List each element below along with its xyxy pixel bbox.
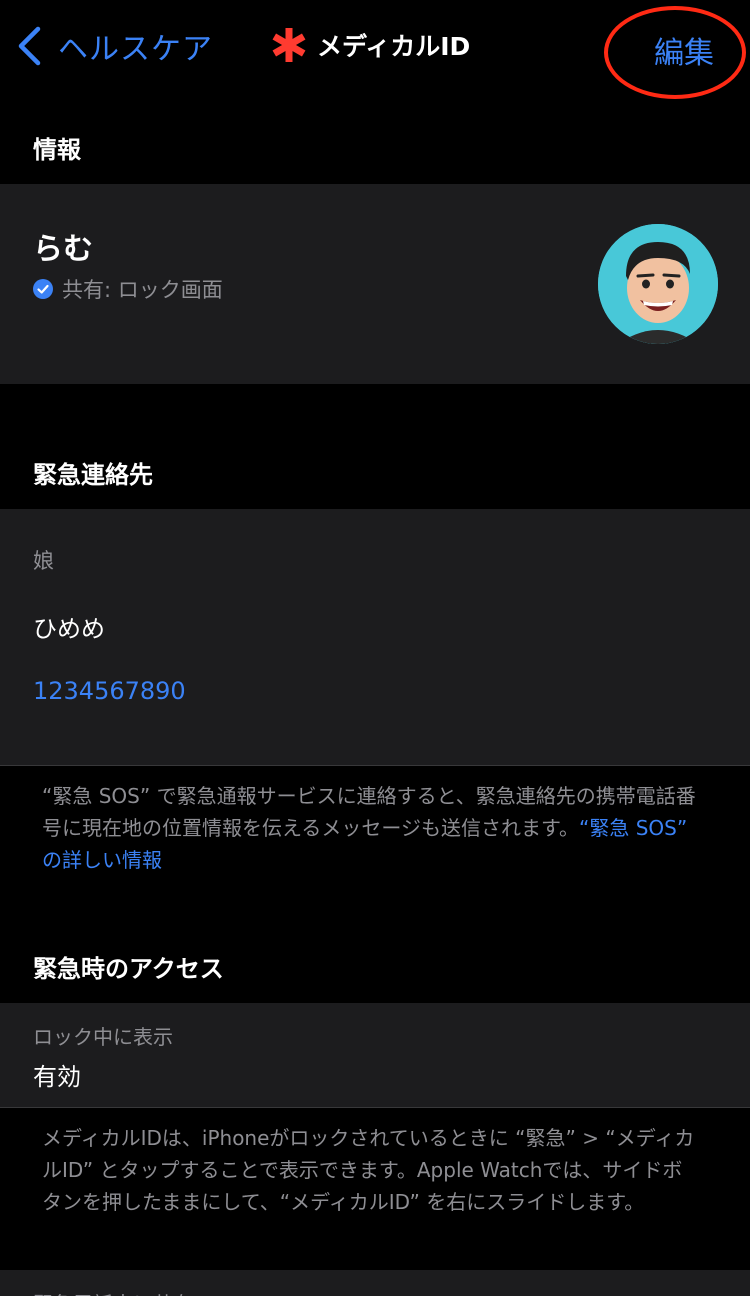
divider [0, 765, 750, 766]
medical-asterisk-icon [272, 28, 306, 62]
show-when-locked-value: 有効 [33, 1063, 81, 1091]
profile-name: らむ [33, 232, 93, 267]
info-section-header: 情報 [33, 136, 81, 164]
back-button[interactable]: ヘルスケア [16, 24, 213, 68]
share-during-emergency-call-label: 緊急電話中に共有 [33, 1288, 193, 1296]
emergency-contacts-header: 緊急連絡先 [33, 461, 153, 489]
medical-id-access-footnote: メディカルIDは、iPhoneがロックされているときに “緊急” > “メディカ… [42, 1126, 695, 1214]
avatar [598, 224, 718, 344]
profile-card: らむ 共有: ロック画面 [0, 184, 750, 384]
contact-name: ひめめ [33, 615, 105, 643]
emergency-access-header: 緊急時のアクセス [33, 955, 224, 983]
share-during-emergency-call-row[interactable]: 緊急電話中に共有 [0, 1270, 750, 1296]
checkmark-circle-icon [33, 279, 53, 299]
contact-relationship: 娘 [33, 549, 54, 573]
back-button-label: ヘルスケア [58, 32, 213, 67]
edit-button[interactable]: 編集 [654, 28, 714, 72]
show-when-locked-row[interactable]: ロック中に表示 有効 [0, 1003, 750, 1107]
chevron-left-icon [18, 26, 41, 66]
shared-status-text: 共有: ロック画面 [62, 278, 223, 302]
memoji-avatar-icon [598, 224, 718, 344]
page-title-text: メディカルID [317, 32, 471, 61]
divider [0, 1107, 750, 1108]
emergency-contact-card[interactable]: 娘 ひめめ 1234567890 [0, 509, 750, 765]
page-title: メディカルID [270, 26, 470, 64]
emergency-sos-footnote: “緊急 SOS” で緊急通報サービスに連絡すると、緊急連絡先の携帯電話番号に現在… [42, 780, 702, 876]
navigation-bar: ヘルスケア メディカルID 編集 [0, 0, 750, 100]
show-when-locked-label: ロック中に表示 [33, 1025, 173, 1049]
contact-phone-link[interactable]: 1234567890 [33, 677, 186, 705]
shared-status: 共有: ロック画面 [33, 274, 223, 304]
